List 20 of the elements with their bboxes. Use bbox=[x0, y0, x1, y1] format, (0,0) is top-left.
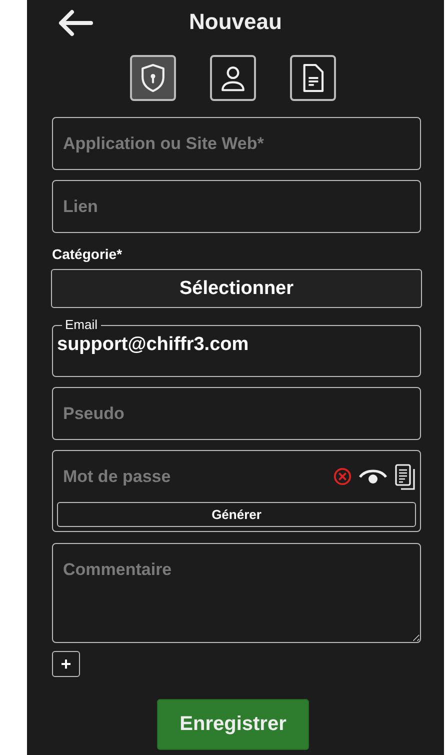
back-arrow-icon[interactable] bbox=[57, 9, 93, 37]
field-label: Catégorie* bbox=[52, 246, 122, 262]
field-label: Email bbox=[62, 317, 101, 332]
type-tab[interactable] bbox=[210, 55, 256, 101]
text-field[interactable]: Lien bbox=[52, 180, 421, 233]
shield-icon bbox=[140, 63, 166, 93]
text-field[interactable]: Application ou Site Web* bbox=[52, 117, 421, 170]
clear-icon[interactable] bbox=[333, 467, 352, 486]
page-title: Nouveau bbox=[189, 9, 282, 35]
type-tab[interactable] bbox=[130, 55, 176, 101]
comment-field[interactable]: Commentaire bbox=[52, 543, 421, 643]
category-select[interactable]: Sélectionner bbox=[51, 269, 422, 308]
text-field[interactable]: Pseudo bbox=[52, 387, 421, 440]
copy-icon[interactable] bbox=[394, 462, 416, 490]
password-field[interactable]: Mot de passe bbox=[57, 466, 333, 486]
save-button[interactable]: Enregistrer bbox=[157, 699, 309, 750]
add-button[interactable]: + bbox=[52, 651, 80, 677]
eye-icon[interactable] bbox=[358, 466, 388, 486]
generate-button[interactable]: Générer bbox=[57, 502, 416, 527]
type-tab[interactable] bbox=[290, 55, 336, 101]
